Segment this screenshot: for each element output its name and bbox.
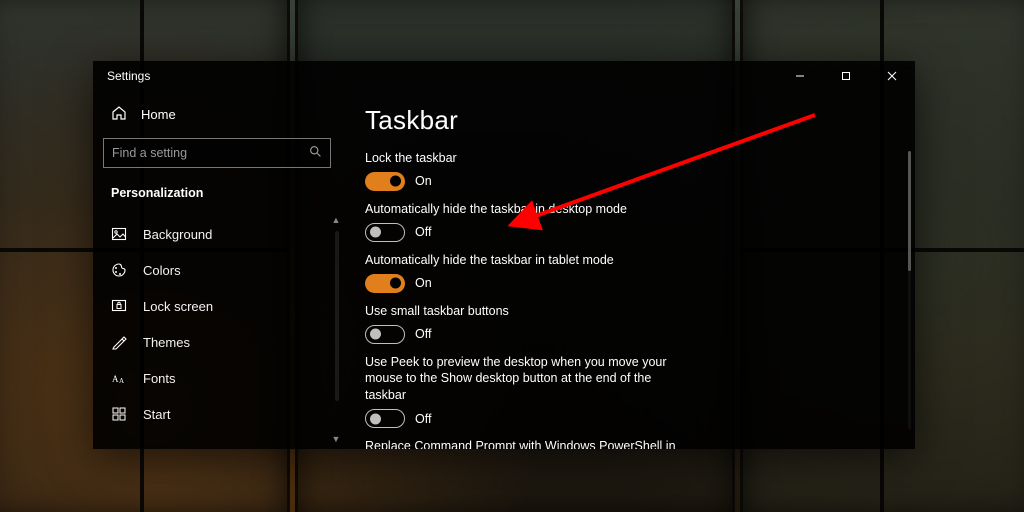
search-input[interactable] [112,146,309,160]
sidebar-item-label: Lock screen [143,299,213,314]
toggle-small-buttons[interactable] [365,325,405,344]
minimize-button[interactable] [777,61,823,91]
sidebar-item-label: Colors [143,263,181,278]
start-icon [111,406,127,422]
sidebar-item-label: Themes [143,335,190,350]
toggle-state-text: On [415,276,432,290]
image-icon [111,226,127,242]
content-scrollbar[interactable] [908,151,911,429]
toggle-peek[interactable] [365,409,405,428]
setting-small-buttons: Use small taskbar buttons Off [365,303,893,344]
setting-label: Automatically hide the taskbar in deskto… [365,201,893,218]
toggle-autohide-tablet[interactable] [365,274,405,293]
setting-powershell: Replace Command Prompt with Windows Powe… [365,438,893,449]
toggle-state-text: Off [415,327,431,341]
home-icon [111,105,127,124]
maximize-icon [841,71,851,81]
search-icon [309,145,322,161]
maximize-button[interactable] [823,61,869,91]
sidebar-item-label: Background [143,227,212,242]
setting-label: Automatically hide the taskbar in tablet… [365,252,893,269]
palette-icon [111,262,127,278]
sidebar-item-colors[interactable]: Colors [103,252,331,288]
toggle-autohide-desktop[interactable] [365,223,405,242]
sidebar-item-background[interactable]: Background [103,216,331,252]
sidebar-scrollbar[interactable] [335,231,339,401]
titlebar[interactable]: Settings [93,61,915,91]
content-scrollbar-thumb[interactable] [908,151,911,271]
setting-autohide-desktop: Automatically hide the taskbar in deskto… [365,201,893,242]
setting-peek: Use Peek to preview the desktop when you… [365,354,893,429]
close-icon [887,71,897,81]
sidebar-home[interactable]: Home [103,97,331,132]
sidebar-item-label: Fonts [143,371,176,386]
sidebar-item-fonts[interactable]: AA Fonts [103,360,331,396]
sidebar-home-label: Home [141,107,176,122]
sidebar-category: Personalization [103,178,331,210]
toggle-state-text: Off [415,412,431,426]
window-title: Settings [107,69,150,83]
setting-lock-taskbar: Lock the taskbar On [365,150,893,191]
themes-icon [111,334,127,350]
svg-text:A: A [119,377,124,385]
sidebar-nav: Background Colors Lock screen Themes AA … [103,216,331,432]
lock-screen-icon [111,298,127,314]
page-title: Taskbar [365,105,893,136]
sidebar-item-lock-screen[interactable]: Lock screen [103,288,331,324]
minimize-icon [795,71,805,81]
settings-window: Settings Home Persona [93,61,915,449]
setting-label: Lock the taskbar [365,150,893,167]
content-area: Taskbar Lock the taskbar On Automaticall… [341,91,915,449]
setting-autohide-tablet: Automatically hide the taskbar in tablet… [365,252,893,293]
sidebar-item-start[interactable]: Start [103,396,331,432]
setting-label: Use small taskbar buttons [365,303,893,320]
search-box[interactable] [103,138,331,168]
svg-text:A: A [112,374,119,384]
sidebar-scroll-down[interactable]: ▼ [330,433,341,445]
sidebar: Home Personalization Background Colors [93,91,341,449]
close-button[interactable] [869,61,915,91]
toggle-lock-taskbar[interactable] [365,172,405,191]
sidebar-item-themes[interactable]: Themes [103,324,331,360]
toggle-state-text: On [415,174,432,188]
sidebar-scroll-up[interactable]: ▲ [330,214,341,226]
setting-label: Replace Command Prompt with Windows Powe… [365,438,695,449]
sidebar-item-label: Start [143,407,170,422]
toggle-state-text: Off [415,225,431,239]
setting-label: Use Peek to preview the desktop when you… [365,354,695,405]
fonts-icon: AA [111,370,127,386]
